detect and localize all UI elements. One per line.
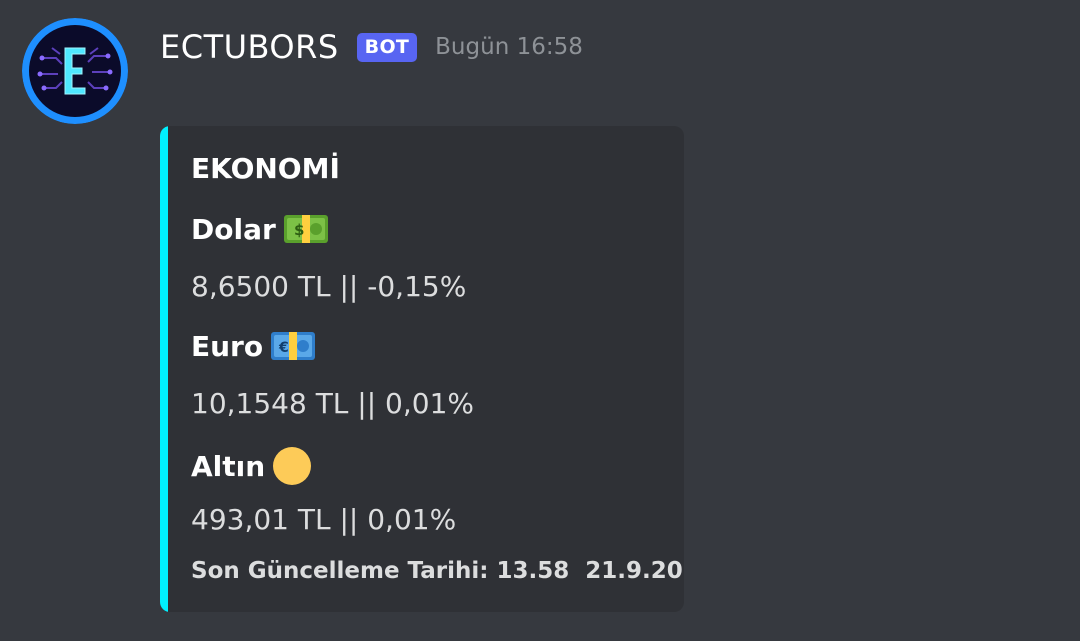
embed-title: EKONOMİ — [191, 152, 340, 185]
chat-message: ECTUBORS BOT Bugün 16:58 EKONOMİ Dolar $ — [0, 0, 1080, 641]
field-label: Dolar — [191, 212, 276, 246]
field-label: Altın — [191, 449, 266, 483]
embed-accent-bar — [160, 126, 168, 612]
bot-badge: BOT — [356, 32, 418, 62]
euro-banknote-icon: € — [270, 329, 316, 363]
svg-text:$: $ — [294, 221, 304, 239]
economy-embed: EKONOMİ Dolar $ 8,6500 TL || -0,15% Euro — [160, 126, 684, 612]
bot-avatar[interactable] — [22, 18, 128, 124]
message-header: ECTUBORS BOT Bugün 16:58 — [160, 22, 583, 72]
field-value-altin: 493,01 TL || 0,01% — [191, 503, 457, 536]
field-name-dolar: Dolar $ — [191, 212, 329, 246]
field-value-dolar: 8,6500 TL || -0,15% — [191, 270, 467, 303]
gold-circle-icon — [272, 446, 312, 486]
username[interactable]: ECTUBORS — [160, 28, 339, 66]
dollar-banknote-icon: $ — [283, 212, 329, 246]
svg-text:€: € — [278, 340, 289, 356]
message-timestamp[interactable]: Bugün 16:58 — [435, 34, 583, 60]
embed-footer: Son Güncelleme Tarihi: 13.58 21.9.2021 — [191, 558, 684, 584]
field-label: Euro — [191, 329, 264, 363]
field-name-altin: Altın — [191, 446, 312, 486]
field-value-euro: 10,1548 TL || 0,01% — [191, 387, 475, 420]
field-name-euro: Euro € — [191, 329, 316, 363]
